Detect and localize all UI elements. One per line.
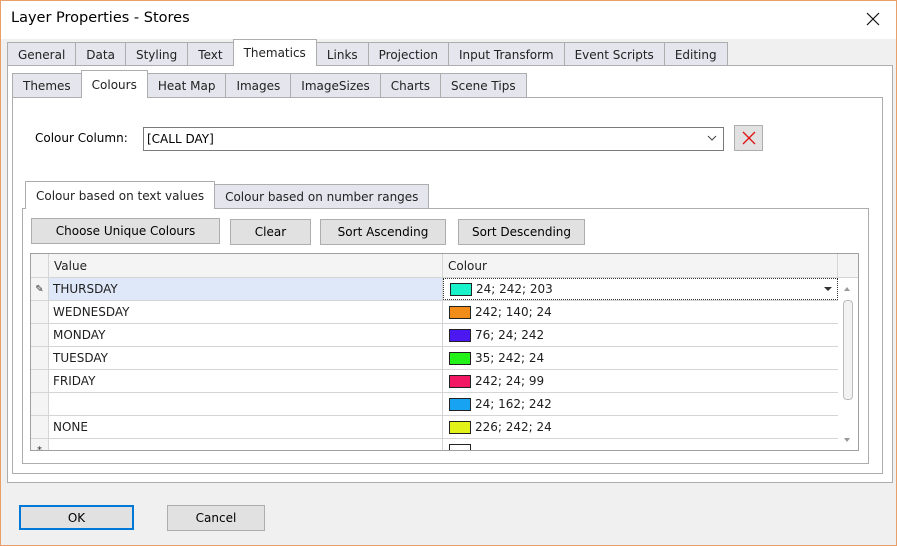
colour-cell[interactable]: 76; 24; 242 xyxy=(443,324,838,346)
subtab-heat-map[interactable]: Heat Map xyxy=(146,73,227,98)
clear-button[interactable]: Clear xyxy=(230,219,311,245)
colour-swatch xyxy=(450,282,472,296)
mode-tab-colour-based-on-number-ranges[interactable]: Colour based on number ranges xyxy=(214,184,430,209)
cancel-button[interactable]: Cancel xyxy=(167,505,265,531)
chevron-down-icon xyxy=(707,135,717,141)
table-row[interactable]: TUESDAY 35; 242; 24 xyxy=(31,347,838,370)
main-tabs: General Data Styling Text Thematics Links Proj… xyxy=(7,39,728,66)
subtab-scene-tips[interactable]: Scene Tips xyxy=(440,73,527,98)
table-row[interactable]: NONE 226; 242; 24 xyxy=(31,416,838,439)
value-cell[interactable]: MONDAY xyxy=(49,324,443,346)
new-row-asterisk-icon[interactable]: * xyxy=(31,439,49,450)
colour-cell[interactable] xyxy=(443,439,838,450)
colour-swatch xyxy=(449,397,471,411)
sort-descending-button[interactable]: Sort Descending xyxy=(458,219,585,245)
colour-swatch xyxy=(449,305,471,319)
row-header[interactable] xyxy=(31,370,49,392)
value-cell[interactable]: WEDNESDAY xyxy=(49,301,443,323)
value-cell[interactable]: FRIDAY xyxy=(49,370,443,392)
grid-header: Value Colour xyxy=(31,254,858,278)
column-header-colour[interactable]: Colour xyxy=(443,254,838,277)
colour-column-label: Colour Column: xyxy=(35,131,128,145)
scroll-down-arrow-icon[interactable] xyxy=(844,438,850,442)
colour-swatch xyxy=(449,420,471,434)
colour-rgb-text: 226; 242; 24 xyxy=(475,420,552,434)
value-cell[interactable]: THURSDAY xyxy=(49,278,443,300)
colour-rgb-text: 24; 162; 242 xyxy=(475,397,552,411)
table-row[interactable]: * xyxy=(31,439,838,450)
colour-cell[interactable]: 242; 24; 99 xyxy=(443,370,838,392)
subtab-colours[interactable]: Colours xyxy=(80,70,148,98)
close-button[interactable] xyxy=(850,1,896,37)
colour-rgb-text: 76; 24; 242 xyxy=(475,328,545,342)
tab-text[interactable]: Text xyxy=(187,42,234,66)
colour-swatch xyxy=(449,351,471,365)
tab-styling[interactable]: Styling xyxy=(124,42,189,66)
row-header[interactable] xyxy=(31,347,49,369)
table-row[interactable]: FRIDAY 242; 24; 99 xyxy=(31,370,838,393)
colour-swatch xyxy=(449,443,471,450)
row-header[interactable] xyxy=(31,416,49,438)
colour-cell[interactable]: 24; 242; 203 xyxy=(443,278,838,300)
table-row[interactable]: WEDNESDAY 242; 140; 24 xyxy=(31,301,838,324)
row-header[interactable] xyxy=(31,393,49,415)
layer-properties-dialog: Layer Properties - Stores General Data Sty… xyxy=(0,0,897,546)
grid-vertical-scrollbar[interactable] xyxy=(838,278,858,450)
scroll-thumb[interactable] xyxy=(843,300,853,400)
subtab-themes[interactable]: Themes xyxy=(12,73,82,98)
ok-button[interactable]: OK xyxy=(19,505,134,530)
row-header-corner xyxy=(31,254,49,277)
colour-dropdown-arrow-icon[interactable] xyxy=(824,287,832,291)
sort-ascending-button[interactable]: Sort Ascending xyxy=(320,219,446,245)
subtab-charts[interactable]: Charts xyxy=(379,73,441,98)
value-cell[interactable] xyxy=(49,393,443,415)
choose-unique-colours-button[interactable]: Choose Unique Colours xyxy=(31,218,220,244)
column-header-value[interactable]: Value xyxy=(49,254,443,277)
colour-grid: Value Colour ✎ THURSDAY 24; 242; 203 WEDNES… xyxy=(30,253,859,451)
mode-tab-colour-based-on-text-values[interactable]: Colour based on text values xyxy=(25,181,216,209)
edit-pencil-icon[interactable]: ✎ xyxy=(31,278,49,300)
row-header[interactable] xyxy=(31,324,49,346)
close-icon xyxy=(866,12,880,26)
colour-cell[interactable]: 226; 242; 24 xyxy=(443,416,838,438)
colour-cell[interactable]: 35; 242; 24 xyxy=(443,347,838,369)
value-cell[interactable]: TUESDAY xyxy=(49,347,443,369)
row-header[interactable] xyxy=(31,301,49,323)
table-row[interactable]: ✎ THURSDAY 24; 242; 203 xyxy=(31,278,838,301)
tab-thematics[interactable]: Thematics xyxy=(232,39,317,66)
colour-swatch xyxy=(449,328,471,342)
tab-projection[interactable]: Projection xyxy=(367,42,449,66)
colour-swatch xyxy=(449,374,471,388)
colour-column-value: [CALL DAY] xyxy=(147,132,214,146)
subtab-images[interactable]: Images xyxy=(225,73,292,98)
colour-cell[interactable]: 24; 162; 242 xyxy=(443,393,838,415)
tab-input-transform[interactable]: Input Transform xyxy=(447,42,565,66)
title-bar: Layer Properties - Stores xyxy=(1,1,896,39)
clear-colour-column-button[interactable] xyxy=(734,125,763,151)
thematics-sub-tabs: Themes Colours Heat Map Images ImageSizes Cha… xyxy=(12,70,527,98)
colour-rgb-text: 24; 242; 203 xyxy=(476,282,553,296)
tab-event-scripts[interactable]: Event Scripts xyxy=(563,42,665,66)
tab-general[interactable]: General xyxy=(7,42,77,66)
window-title: Layer Properties - Stores xyxy=(11,10,190,26)
value-cell[interactable] xyxy=(49,439,443,450)
table-row[interactable]: MONDAY 76; 24; 242 xyxy=(31,324,838,347)
scroll-up-arrow-icon[interactable] xyxy=(844,287,850,291)
tab-data[interactable]: Data xyxy=(75,42,126,66)
colour-rgb-text: 242; 140; 24 xyxy=(475,305,552,319)
colour-column-select[interactable]: [CALL DAY] xyxy=(143,127,724,151)
red-x-icon xyxy=(742,131,755,145)
tab-editing[interactable]: Editing xyxy=(663,42,728,66)
tab-links[interactable]: Links xyxy=(315,42,369,66)
subtab-imagesizes[interactable]: ImageSizes xyxy=(290,73,381,98)
colour-mode-tabs: Colour based on text values Colour based … xyxy=(25,181,430,209)
colour-cell[interactable]: 242; 140; 24 xyxy=(443,301,838,323)
colour-rgb-text: 35; 242; 24 xyxy=(475,351,545,365)
colour-rgb-text: 242; 24; 99 xyxy=(475,374,545,388)
table-row[interactable]: 24; 162; 242 xyxy=(31,393,838,416)
value-cell[interactable]: NONE xyxy=(49,416,443,438)
